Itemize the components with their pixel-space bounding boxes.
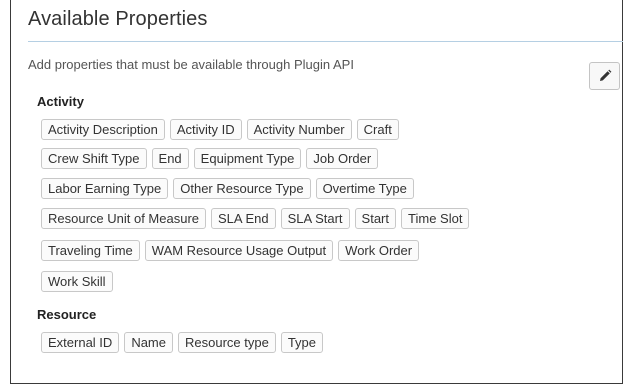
property-chip[interactable]: Activity Description [41, 119, 165, 140]
chip-row: External ID Name Resource type Type [41, 332, 324, 353]
panel-title: Available Properties [28, 8, 208, 30]
property-chip[interactable]: End [151, 148, 189, 169]
title-divider [28, 41, 623, 42]
chip-row: Labor Earning Type Other Resource Type O… [41, 178, 414, 199]
property-chip[interactable]: Name [124, 332, 173, 353]
property-chip[interactable]: Time Slot [401, 208, 470, 229]
panel-description: Add properties that must be available th… [28, 57, 354, 72]
property-chip[interactable]: SLA End [211, 208, 276, 229]
chip-row: Traveling Time WAM Resource Usage Output… [41, 240, 420, 261]
chip-row: Resource Unit of Measure SLA End SLA Sta… [41, 208, 470, 229]
property-chip[interactable]: Work Skill [41, 271, 113, 292]
property-chip[interactable]: Resource Unit of Measure [41, 208, 207, 229]
property-chip[interactable]: WAM Resource Usage Output [144, 240, 334, 261]
edit-button[interactable] [589, 62, 620, 90]
property-chip[interactable]: Other Resource Type [173, 178, 311, 199]
property-chip[interactable]: External ID [41, 332, 120, 353]
property-chip[interactable]: Work Order [338, 240, 420, 261]
property-chip[interactable]: Resource type [178, 332, 276, 353]
property-chip[interactable]: Job Order [306, 148, 379, 169]
chip-row: Work Skill [41, 271, 113, 292]
property-chip[interactable]: Craft [356, 119, 399, 140]
property-chip[interactable]: Equipment Type [193, 148, 302, 169]
chip-row: Crew Shift Type End Equipment Type Job O… [41, 148, 379, 169]
property-chip[interactable]: Type [280, 332, 324, 353]
pencil-icon [599, 69, 611, 81]
chip-row: Activity Description Activity ID Activit… [41, 119, 399, 140]
property-chip[interactable]: Overtime Type [315, 178, 414, 199]
section-title-activity: Activity [37, 94, 84, 109]
section-title-resource: Resource [37, 307, 97, 322]
property-chip[interactable]: Crew Shift Type [41, 148, 147, 169]
property-chip[interactable]: Start [354, 208, 397, 229]
property-chip[interactable]: SLA Start [280, 208, 350, 229]
property-chip[interactable]: Activity Number [246, 119, 352, 140]
property-chip[interactable]: Labor Earning Type [41, 178, 169, 199]
available-properties-panel: Available Properties Add properties that… [10, 0, 623, 384]
property-chip[interactable]: Traveling Time [41, 240, 140, 261]
property-chip[interactable]: Activity ID [169, 119, 242, 140]
